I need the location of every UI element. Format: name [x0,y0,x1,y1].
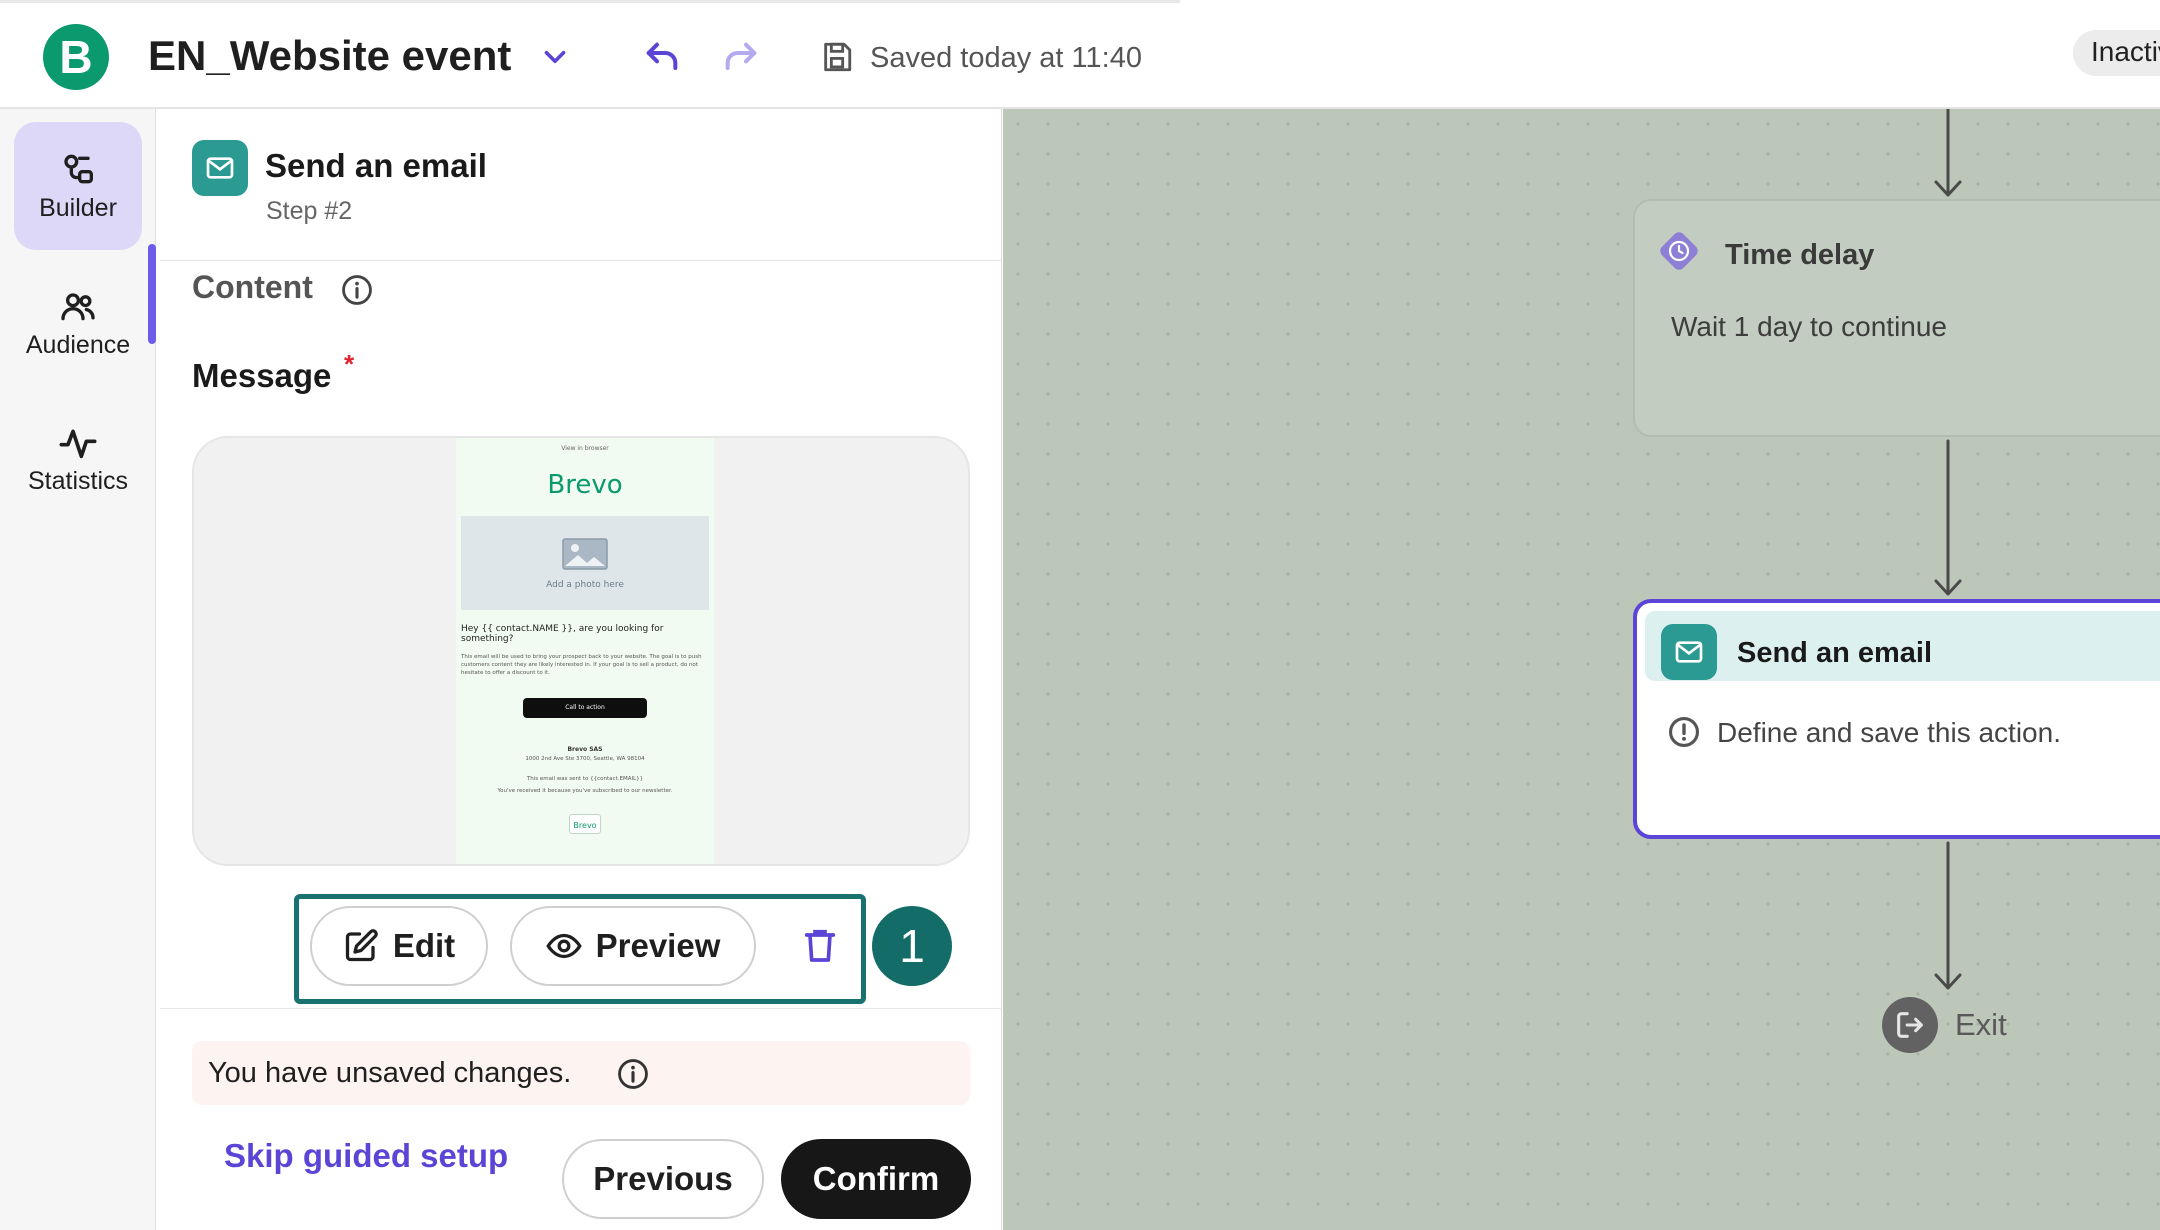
confirm-label: Confirm [812,1160,940,1197]
time-delay-title: Time delay [1725,239,1875,271]
skip-guided-setup-link[interactable]: Skip guided setup [224,1137,508,1175]
info-icon[interactable] [616,1057,650,1091]
time-delay-description: Wait 1 day to continue [1671,311,1948,342]
envelope-icon [1675,641,1703,663]
chevron-down-icon[interactable] [538,40,572,74]
email-company: Brevo SAS [567,746,603,753]
confirm-button[interactable]: Confirm [781,1139,971,1219]
required-mark: * [344,349,355,379]
email-step-icon [192,140,248,196]
floppy-disk-icon [824,42,852,72]
photo-placeholder: Add a photo here [461,516,709,610]
warning-icon [1668,716,1700,748]
send-email-node-title: Send an email [1737,637,1933,669]
workflow-title[interactable]: EN_Website event [148,32,511,80]
nav-item-statistics[interactable]: Statistics [14,395,142,523]
unsaved-notice: You have unsaved changes. [192,1041,970,1105]
email-sent-to: This email was sent to {{contact.EMAIL}} [526,776,644,782]
logout-icon [1897,1012,1923,1038]
exit-icon [1882,997,1938,1053]
eye-icon [545,933,582,959]
undo-icon[interactable] [642,38,682,78]
preview-label: Preview [595,927,721,964]
send-email-node-header: Send an email [1645,611,2160,681]
email-brand: Brevo [547,470,623,500]
send-email-node-description: Define and save this action. [1717,717,2061,748]
edit-button[interactable]: Edit [310,906,488,986]
panel-step: Step #2 [266,197,353,225]
top-bar: B EN_Website event Saved today at 11:40 … [0,0,2160,109]
info-icon[interactable] [340,273,374,307]
nav-label-statistics: Statistics [27,466,129,495]
send-email-node[interactable]: Send an email Define and save this actio… [1633,599,2160,839]
brevo-logo[interactable]: B [43,24,109,90]
workflow-canvas[interactable]: Time delay Wait 1 day to continue Send a… [1003,109,2160,1230]
envelope-icon [206,157,234,179]
redo-icon[interactable] [721,38,761,78]
email-greeting: Hey {{ contact.NAME }}, are you looking … [461,624,664,644]
view-online-link: View in browser [561,445,609,452]
brevo-badge: Brevo [569,814,601,834]
email-address: 1000 2nd Ave Ste 3700, Seattle, WA 98104 [525,756,645,762]
progress-line [0,0,1180,3]
audience-icon [61,292,95,320]
content-label: Content [192,269,313,305]
statistics-icon [59,429,97,458]
email-reason: You've received it because you've subscr… [497,788,673,794]
photo-caption: Add a photo here [546,580,624,590]
save-status: Saved today at 11:40 [870,42,1142,74]
panel-header: Send an email Step #2 [160,109,1002,261]
nav-label-audience: Audience [25,330,131,359]
pencil-icon [345,929,378,962]
email-node-icon [1661,624,1717,680]
image-icon [562,538,608,570]
clock-icon [1660,232,1698,270]
email-document: View in browser Brevo Add a photo here H… [456,438,714,864]
nav-item-builder[interactable]: Builder [14,122,142,250]
panel-footer: You have unsaved changes. Skip guided se… [160,1008,1002,1230]
active-indicator [148,244,156,344]
email-thumbnail[interactable]: View in browser Brevo Add a photo here H… [192,436,970,866]
exit-label: Exit [1955,1007,2007,1042]
step-panel: Send an email Step #2 Content Message * … [160,109,1002,1230]
message-label: Message [192,357,332,394]
builder-icon [64,154,93,183]
nav-label-builder: Builder [39,193,117,222]
previous-label: Previous [593,1160,733,1197]
step-marker: 1 [872,906,952,986]
unsaved-text: You have unsaved changes. [208,1057,572,1089]
email-body: This email will be used to bring your pr… [461,654,702,676]
trash-icon[interactable] [800,925,840,965]
time-delay-node[interactable]: Time delay Wait 1 day to continue [1633,199,2160,437]
previous-button[interactable]: Previous [562,1139,764,1219]
email-cta: Call to action [523,698,647,718]
edit-label: Edit [392,927,456,964]
left-nav: Builder Audience Statistics [0,109,156,1230]
preview-button[interactable]: Preview [510,906,756,986]
nav-item-audience[interactable]: Audience [14,259,142,387]
status-badge: Inactive [2073,30,2160,76]
panel-title: Send an email [265,147,487,184]
